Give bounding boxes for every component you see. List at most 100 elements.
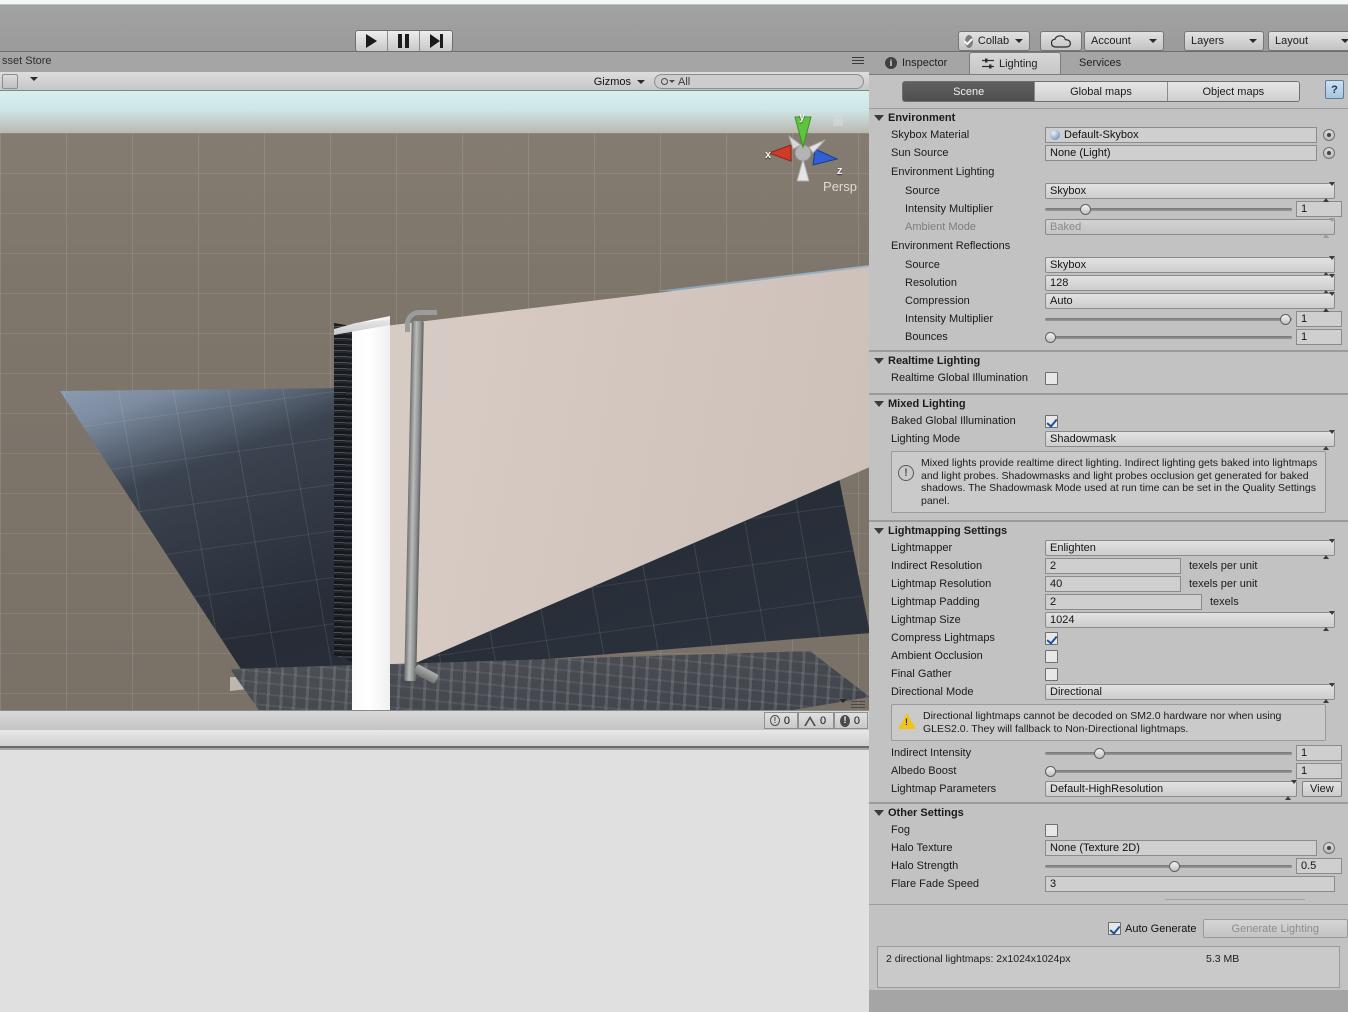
collab-check-icon <box>964 34 973 48</box>
slider-knob[interactable] <box>1045 331 1056 343</box>
slider-knob[interactable] <box>1168 860 1180 872</box>
lighting-mode-label: Lighting Mode <box>891 433 961 445</box>
slider-knob[interactable] <box>1279 313 1291 325</box>
indirect-intensity-slider[interactable] <box>1045 746 1292 760</box>
refl-intensity-slider[interactable] <box>1045 312 1292 326</box>
env-intensity-slider[interactable] <box>1045 202 1292 216</box>
albedo-boost-value[interactable]: 1 <box>1296 763 1342 779</box>
step-button[interactable] <box>420 31 452 51</box>
tab-object-maps[interactable]: Object maps <box>1167 82 1299 101</box>
slider-knob[interactable] <box>1045 765 1056 777</box>
sun-source-field[interactable]: None (Light) <box>1045 145 1317 161</box>
account-button[interactable]: Account <box>1084 31 1164 51</box>
lightmap-size-dropdown[interactable]: 1024 <box>1045 611 1335 631</box>
view-options-button[interactable] <box>2 74 18 89</box>
pause-button[interactable] <box>388 31 420 51</box>
compression-dropdown[interactable]: Auto <box>1045 292 1335 312</box>
play-button[interactable] <box>356 31 388 51</box>
lightmap-parameters-dropdown[interactable]: Default-HighResolution <box>1045 780 1297 800</box>
info-count-button[interactable]: ! 0 <box>764 712 798 729</box>
resolution-dropdown[interactable]: 128 <box>1045 274 1335 294</box>
ambient-mode-dropdown: Baked <box>1045 218 1335 238</box>
bounces-slider[interactable] <box>1045 330 1292 344</box>
directional-mode-dropdown[interactable]: Directional <box>1045 683 1335 703</box>
row-final-gather: Final Gather <box>875 665 1342 683</box>
lightmap-padding-input[interactable]: 2 <box>1045 594 1202 610</box>
fog-checkbox[interactable] <box>1045 823 1058 837</box>
ambient-mode-label: Ambient Mode <box>905 221 976 233</box>
help-icon[interactable]: ? <box>1325 80 1344 99</box>
generate-lighting-button[interactable]: Generate Lighting <box>1202 919 1348 938</box>
slider-knob[interactable] <box>1079 203 1091 215</box>
lower-panel-tab-bar[interactable] <box>0 730 869 748</box>
halo-texture-field[interactable]: None (Texture 2D) <box>1045 840 1317 856</box>
layout-button[interactable]: Layout <box>1268 31 1348 51</box>
tab-scene[interactable]: Scene <box>903 82 1036 101</box>
lighting-mode-dropdown[interactable]: Shadowmask <box>1045 430 1335 450</box>
realtime-gi-checkbox[interactable] <box>1045 371 1058 385</box>
section-mixed-lighting-header[interactable]: Mixed Lighting <box>869 395 1348 412</box>
cloud-button[interactable] <box>1040 31 1082 51</box>
warning-count-button[interactable]: 0 <box>798 712 834 729</box>
scene-search-input[interactable]: All <box>654 74 864 89</box>
chevron-down-icon[interactable] <box>839 699 847 703</box>
chevron-down-icon <box>1015 39 1024 43</box>
skybox-material-picker-icon[interactable] <box>1323 129 1335 141</box>
collab-button[interactable]: Collab <box>958 31 1030 51</box>
tab-services[interactable]: Services <box>1067 52 1139 74</box>
refl-intensity-value[interactable]: 1 <box>1296 311 1342 327</box>
row-resolution: Resolution 128 <box>875 274 1342 294</box>
compress-lightmaps-checkbox[interactable] <box>1045 631 1058 645</box>
info-icon: ! <box>770 715 780 726</box>
tab-inspector[interactable]: i Inspector <box>873 52 969 74</box>
foldout-icon[interactable] <box>874 527 884 534</box>
foldout-icon[interactable] <box>874 114 884 121</box>
section-environment-header[interactable]: Environment <box>869 109 1348 126</box>
flare-fade-speed-input[interactable]: 3 <box>1045 876 1335 892</box>
indirect-intensity-value[interactable]: 1 <box>1296 745 1342 761</box>
env-source-dropdown[interactable]: Skybox <box>1045 182 1335 202</box>
projection-mode-label[interactable]: Persp <box>823 179 857 194</box>
layers-button[interactable]: Layers <box>1184 31 1264 51</box>
panel-menu-icon[interactable] <box>852 57 864 66</box>
refl-source-dropdown[interactable]: Skybox <box>1045 256 1335 276</box>
indirect-resolution-input[interactable]: 2 <box>1045 558 1181 574</box>
section-other-settings-header[interactable]: Other Settings <box>869 804 1348 821</box>
tab-global-maps[interactable]: Global maps <box>1035 82 1168 101</box>
section-realtime-lighting-header[interactable]: Realtime Lighting <box>869 352 1348 369</box>
halo-strength-slider[interactable] <box>1045 859 1292 873</box>
error-count-button[interactable]: ! 0 <box>834 712 868 729</box>
halo-texture-picker-icon[interactable] <box>1323 842 1335 854</box>
auto-generate-checkbox[interactable] <box>1107 922 1121 935</box>
sky-backdrop <box>0 91 869 137</box>
view-lightmap-parameters-button[interactable]: View <box>1302 781 1342 797</box>
generate-lighting-row: Auto Generate Generate Lighting <box>869 919 1348 938</box>
gizmos-dropdown[interactable]: Gizmos <box>588 73 651 90</box>
skybox-material-field[interactable]: Default-Skybox <box>1045 127 1317 143</box>
lightmap-resolution-input[interactable]: 40 <box>1045 576 1181 592</box>
lightmapper-dropdown[interactable]: Enlighten <box>1045 539 1335 559</box>
ambient-occlusion-checkbox[interactable] <box>1045 649 1058 663</box>
scene-viewport[interactable]: x y z Persp <box>0 91 869 710</box>
baked-gi-checkbox[interactable] <box>1045 414 1058 428</box>
tab-lighting[interactable]: Lighting <box>969 52 1061 74</box>
final-gather-checkbox[interactable] <box>1045 667 1058 681</box>
slider-knob[interactable] <box>1094 747 1106 759</box>
indirect-intensity-label: Indirect Intensity <box>891 747 972 759</box>
lock-icon[interactable] <box>833 114 843 126</box>
asset-store-tab-label[interactable]: sset Store <box>2 55 52 67</box>
albedo-boost-slider[interactable] <box>1045 764 1292 778</box>
chevron-down-icon[interactable] <box>30 77 38 81</box>
status-menu-icon[interactable] <box>851 701 865 710</box>
lighting-settings-scroll[interactable]: Environment Skybox Material Default-Skyb… <box>869 108 1348 991</box>
section-lightmapping-header[interactable]: Lightmapping Settings <box>869 522 1348 539</box>
env-reflections-group-label: Environment Reflections <box>891 240 1011 252</box>
scene-tab-bar[interactable]: sset Store <box>0 52 869 72</box>
sun-source-picker-icon[interactable] <box>1323 147 1335 159</box>
env-intensity-value[interactable]: 1 <box>1296 201 1342 217</box>
halo-strength-value[interactable]: 0.5 <box>1296 858 1342 874</box>
foldout-icon[interactable] <box>874 357 884 364</box>
bounces-value[interactable]: 1 <box>1296 329 1342 345</box>
foldout-icon[interactable] <box>874 400 884 407</box>
foldout-icon[interactable] <box>874 809 884 816</box>
